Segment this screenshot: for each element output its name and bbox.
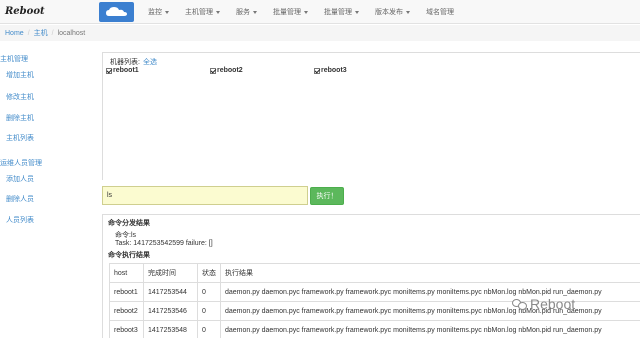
select-all-link[interactable]: 全选 bbox=[143, 59, 157, 66]
watermark: Reboot bbox=[512, 296, 575, 312]
caret-down-icon bbox=[355, 10, 359, 14]
checkbox[interactable] bbox=[210, 67, 216, 74]
exec-result-title: 命令执行结果 bbox=[108, 252, 150, 259]
table-header-row: host 完成时间 状态 执行结果 bbox=[109, 263, 640, 283]
host-name: reboot2 bbox=[217, 67, 243, 74]
caret-down-icon bbox=[253, 10, 257, 14]
nav-item-6[interactable]: 域名管理 bbox=[418, 0, 462, 24]
breadcrumb-current: localhost bbox=[57, 29, 86, 37]
host-checkbox-reboot1[interactable]: reboot1 bbox=[106, 67, 139, 74]
cell-time: 1417253544 bbox=[143, 282, 198, 302]
result-panel: 命令分发结果 命令:ls Task: 1417253542599 failure… bbox=[102, 214, 640, 338]
task-line: Task: 1417253542599 failure: [] bbox=[115, 240, 213, 247]
nav-menu: 监控 主机管理 服务 批量管理 批量管理 版本发布 域名管理 bbox=[140, 0, 462, 24]
table-row: reboot3 1417253548 0 daemon.py daemon.py… bbox=[109, 320, 640, 338]
command-input[interactable]: ls bbox=[102, 186, 308, 205]
nav-item-label: 监控 bbox=[148, 9, 162, 16]
nav-item-label: 版本发布 bbox=[375, 9, 403, 16]
host-name: reboot3 bbox=[321, 67, 347, 74]
checkbox[interactable] bbox=[314, 67, 320, 74]
caret-down-icon bbox=[304, 10, 308, 14]
command-line: 命令:ls bbox=[115, 232, 136, 239]
sidebar: 主机管理 增加主机 修改主机 删除主机 主机列表 运维人员管理 添加人员 删除人… bbox=[0, 41, 100, 338]
nav-item-5[interactable]: 版本发布 bbox=[367, 0, 418, 24]
cell-time: 1417253546 bbox=[143, 301, 198, 321]
nav-item-1[interactable]: 主机管理 bbox=[177, 0, 228, 24]
nav-item-3[interactable]: 批量管理 bbox=[265, 0, 316, 24]
sidebar-item-edit-host[interactable]: 修改主机 bbox=[6, 92, 34, 102]
host-name: reboot1 bbox=[113, 67, 139, 74]
dispatch-result-title: 命令分发结果 bbox=[108, 220, 150, 227]
sidebar-group-staff: 运维人员管理 bbox=[0, 160, 42, 167]
breadcrumb-separator: / bbox=[51, 29, 54, 37]
sidebar-item-delete-host[interactable]: 删除主机 bbox=[6, 113, 34, 123]
cloud-icon[interactable] bbox=[99, 2, 134, 22]
host-list-label: 机器列表: bbox=[110, 59, 140, 66]
sidebar-item-add-staff[interactable]: 添加人员 bbox=[6, 174, 34, 184]
col-output: 执行结果 bbox=[220, 263, 640, 283]
nav-item-2[interactable]: 服务 bbox=[228, 0, 265, 24]
sidebar-group-host: 主机管理 bbox=[0, 56, 28, 63]
cell-status: 0 bbox=[197, 320, 221, 338]
col-status: 状态 bbox=[197, 263, 221, 283]
nav-item-label: 域名管理 bbox=[426, 9, 454, 16]
cell-status: 0 bbox=[197, 301, 221, 321]
wechat-icon bbox=[512, 298, 528, 310]
col-finish-time: 完成时间 bbox=[143, 263, 198, 283]
host-list-panel: 机器列表: 全选 reboot1 reboot2 reboot3 bbox=[102, 52, 640, 180]
sidebar-item-add-host[interactable]: 增加主机 bbox=[6, 70, 34, 80]
watermark-text: Reboot bbox=[530, 296, 576, 312]
logo-text: Reboot bbox=[5, 6, 45, 17]
breadcrumb-home[interactable]: Home bbox=[5, 30, 24, 37]
nav-item-label: 服务 bbox=[236, 9, 250, 16]
col-host: host bbox=[109, 263, 144, 283]
caret-down-icon bbox=[165, 10, 169, 14]
cell-host: reboot2 bbox=[109, 301, 144, 321]
cell-output: daemon.py daemon.pyc framework.py framew… bbox=[220, 301, 640, 321]
cell-output: daemon.py daemon.pyc framework.py framew… bbox=[220, 320, 640, 338]
nav-item-label: 主机管理 bbox=[185, 9, 213, 16]
host-checkbox-reboot2[interactable]: reboot2 bbox=[210, 67, 243, 74]
host-checkbox-reboot3[interactable]: reboot3 bbox=[314, 67, 347, 74]
nav-item-label: 批量管理 bbox=[273, 9, 301, 16]
sidebar-item-delete-staff[interactable]: 删除人员 bbox=[6, 194, 34, 204]
breadcrumb-section[interactable]: 主机 bbox=[34, 28, 48, 38]
sidebar-item-staff-list[interactable]: 人员列表 bbox=[6, 215, 34, 225]
checkbox[interactable] bbox=[106, 67, 112, 74]
top-navbar: Reboot 监控 主机管理 服务 批量管理 批量管理 版本发布 域名管理 bbox=[0, 0, 640, 24]
cell-time: 1417253548 bbox=[143, 320, 198, 338]
caret-down-icon bbox=[216, 10, 220, 14]
breadcrumb: Home / 主机 / localhost bbox=[0, 25, 640, 41]
nav-item-label: 批量管理 bbox=[324, 9, 352, 16]
cell-host: reboot1 bbox=[109, 282, 144, 302]
sidebar-item-host-list[interactable]: 主机列表 bbox=[6, 133, 34, 143]
execute-button[interactable]: 执行！ bbox=[310, 187, 344, 205]
host-list-title: 机器列表: 全选 bbox=[110, 57, 157, 67]
caret-down-icon bbox=[406, 10, 410, 14]
cell-output: daemon.py daemon.pyc framework.py framew… bbox=[220, 282, 640, 302]
reboot-logo[interactable]: Reboot bbox=[2, 3, 46, 21]
breadcrumb-separator: / bbox=[27, 29, 30, 37]
nav-item-0[interactable]: 监控 bbox=[140, 0, 177, 24]
cell-host: reboot3 bbox=[109, 320, 144, 338]
nav-item-4[interactable]: 批量管理 bbox=[316, 0, 367, 24]
cell-status: 0 bbox=[197, 282, 221, 302]
